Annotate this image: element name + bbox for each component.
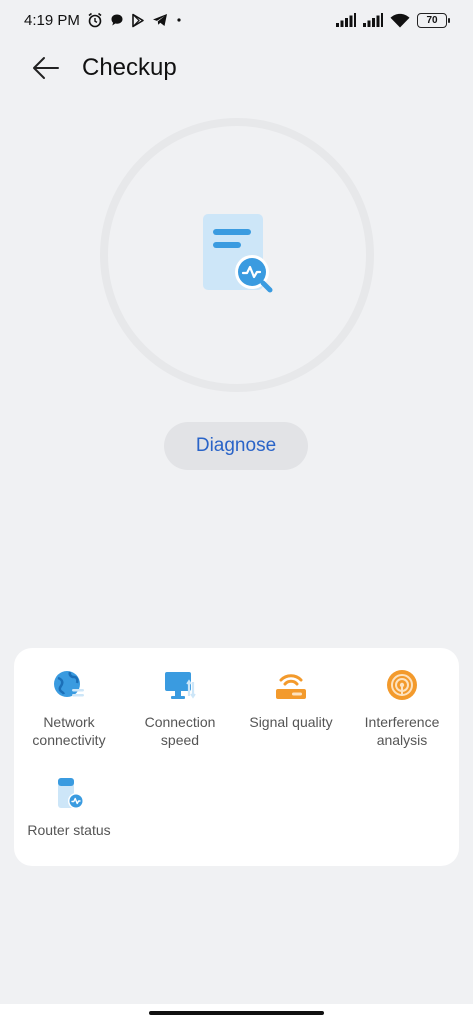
tool-label: Connection speed	[144, 714, 216, 748]
router-signal-icon	[274, 668, 308, 702]
tool-label: Router status	[27, 822, 111, 838]
app-header: Checkup	[0, 44, 473, 92]
document-diagnose-icon	[200, 212, 276, 296]
telegram-icon	[152, 13, 168, 27]
status-left: 4:19 PM	[24, 12, 183, 29]
wifi-icon	[390, 13, 410, 28]
alarm-icon	[87, 12, 103, 28]
globe-icon	[52, 668, 86, 702]
page-title: Checkup	[82, 54, 177, 81]
tool-label: Signal quality	[249, 714, 333, 730]
status-bar: 4:19 PM 70	[0, 0, 473, 40]
tools-card: Network connectivity Connection speed Si…	[14, 648, 459, 866]
status-right: 70	[336, 12, 450, 28]
play-store-icon	[131, 13, 145, 28]
status-time: 4:19 PM	[24, 11, 80, 29]
tool-network-connectivity[interactable]: Network connectivity	[14, 668, 124, 749]
signal-icon	[336, 13, 356, 27]
tool-label: Network connectivity	[32, 714, 106, 748]
tool-signal-quality[interactable]: Signal quality	[236, 668, 346, 731]
diagnose-button[interactable]: Diagnose	[164, 422, 308, 470]
router-status-icon	[52, 776, 86, 810]
arrow-left-icon	[33, 57, 59, 79]
battery-indicator: 70	[417, 12, 450, 28]
signal-icon	[363, 13, 383, 27]
back-button[interactable]	[22, 44, 70, 92]
home-indicator[interactable]	[149, 1011, 324, 1015]
tool-interference-analysis[interactable]: Interference analysis	[347, 668, 457, 749]
dot-icon	[175, 16, 183, 24]
tool-connection-speed[interactable]: Connection speed	[125, 668, 235, 749]
monitor-icon	[163, 668, 197, 702]
target-icon	[385, 668, 419, 702]
chat-icon	[110, 13, 124, 27]
tool-label: Interference analysis	[364, 714, 440, 748]
tool-router-status[interactable]: Router status	[14, 776, 124, 839]
